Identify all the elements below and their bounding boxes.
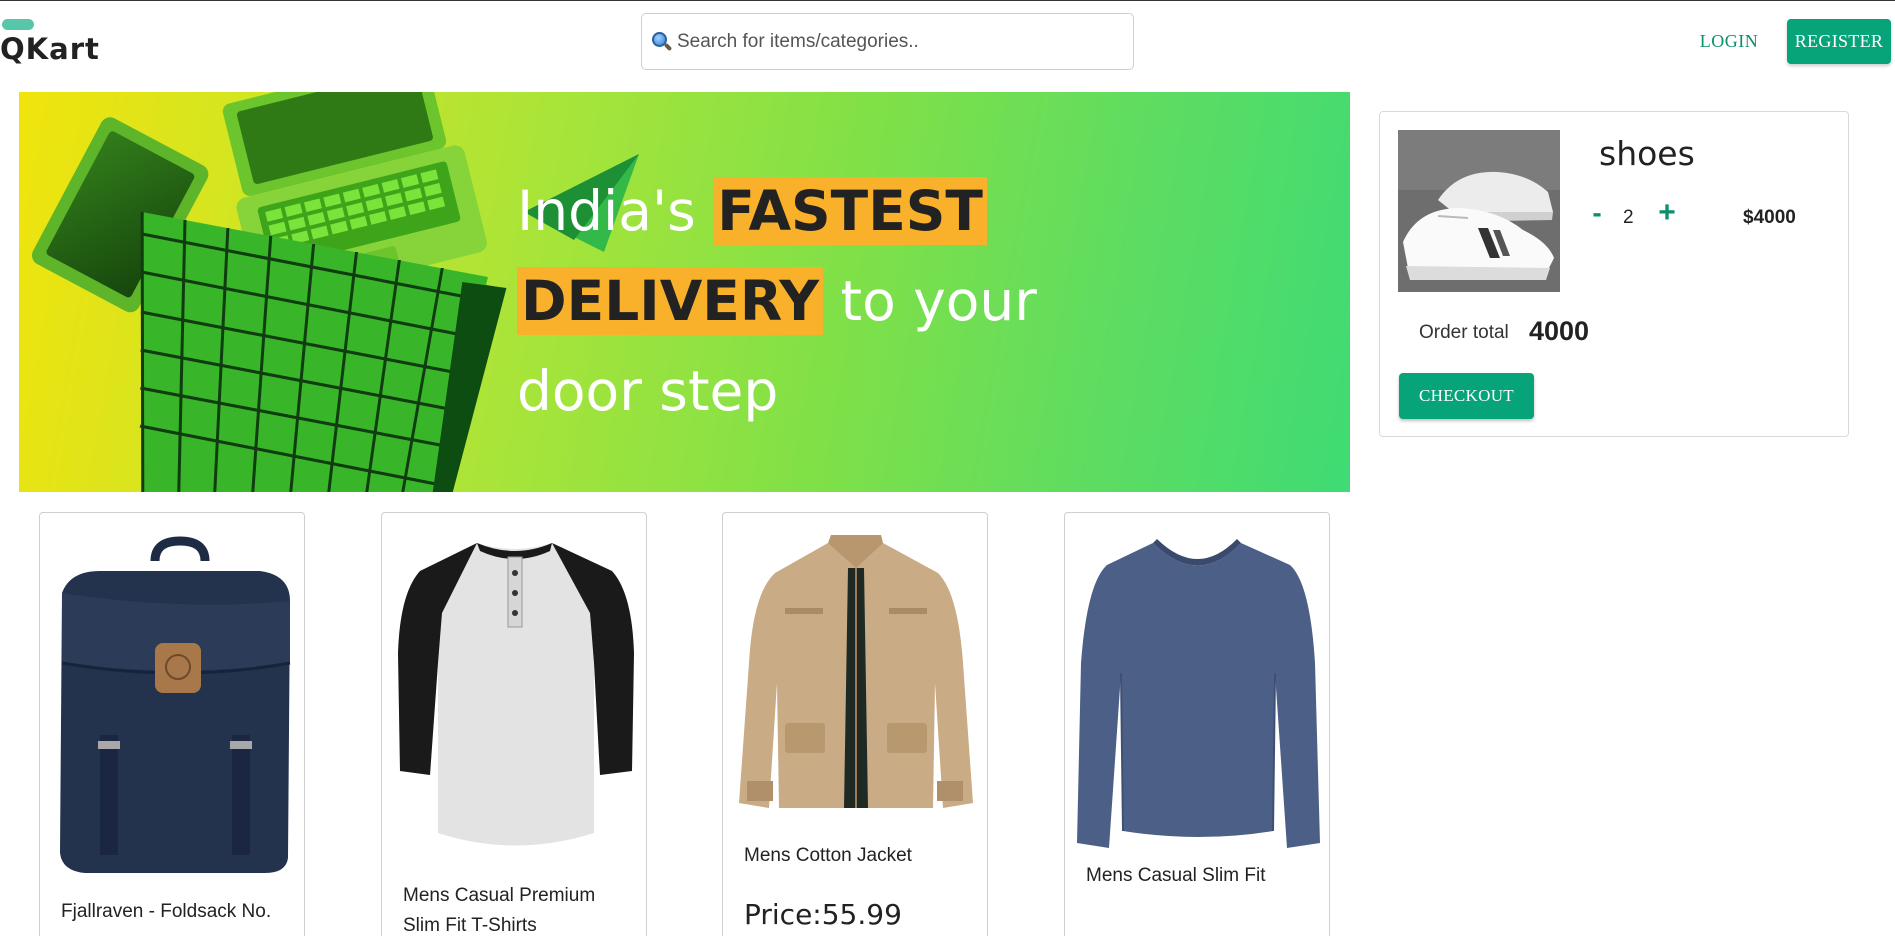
decrease-quantity-button[interactable]: - xyxy=(1586,198,1608,228)
qkart-logo[interactable]: QKart xyxy=(0,14,110,66)
product-image xyxy=(739,535,973,808)
logo-mark xyxy=(2,19,34,30)
register-button[interactable]: REGISTER xyxy=(1787,19,1891,64)
checkout-button[interactable]: CHECKOUT xyxy=(1399,373,1534,419)
product-name-line1: Mens Casual Premium xyxy=(403,885,596,906)
product-image xyxy=(1077,539,1320,848)
product-image xyxy=(398,543,634,846)
headline-highlight-delivery: DELIVERY xyxy=(517,267,824,335)
order-total-value: 4000 xyxy=(1529,316,1590,346)
headline-highlight-fastest: FASTEST xyxy=(713,177,987,245)
login-button[interactable]: LOGIN xyxy=(1690,24,1768,58)
product-name-line2: Slim Fit T-Shirts xyxy=(403,915,537,936)
top-border xyxy=(0,0,1895,1)
product-name: Mens Casual Slim Fit xyxy=(1086,865,1266,886)
product-card[interactable]: Mens Cotton Jacket Price:55.99 xyxy=(722,512,988,936)
search-bar[interactable] xyxy=(641,13,1134,70)
banner-headline: India's FASTEST DELIVERY to your door st… xyxy=(517,166,1077,436)
cart-item-price: $4000 xyxy=(1743,207,1796,228)
product-card[interactable]: Mens Casual Slim Fit xyxy=(1064,512,1330,936)
logo-text: QKart xyxy=(0,32,100,66)
headline-prefix: India's xyxy=(517,179,714,243)
product-name: Fjallraven - Foldsack No. xyxy=(61,901,272,922)
product-card[interactable]: Mens Casual Premium Slim Fit T-Shirts xyxy=(381,512,647,936)
hero-banner: India's FASTEST DELIVERY to your door st… xyxy=(19,92,1350,492)
cart-item-image xyxy=(1398,130,1560,292)
product-image xyxy=(60,536,291,873)
product-price: Price:55.99 xyxy=(744,898,902,931)
product-card[interactable]: Fjallraven - Foldsack No. xyxy=(39,512,305,936)
headline-suffix: to your xyxy=(823,269,1037,333)
quantity-value: 2 xyxy=(1623,207,1634,228)
product-name: Mens Cotton Jacket xyxy=(744,845,912,866)
search-input[interactable] xyxy=(677,30,1117,53)
increase-quantity-button[interactable]: + xyxy=(1654,198,1680,228)
order-total-label: Order total xyxy=(1419,322,1509,343)
search-icon xyxy=(651,31,673,53)
cart-item-name: shoes xyxy=(1599,134,1695,173)
headline-line3: door step xyxy=(517,359,779,423)
cart-panel: shoes - 2 + $4000 Order total 4000 CHECK… xyxy=(1379,111,1849,437)
